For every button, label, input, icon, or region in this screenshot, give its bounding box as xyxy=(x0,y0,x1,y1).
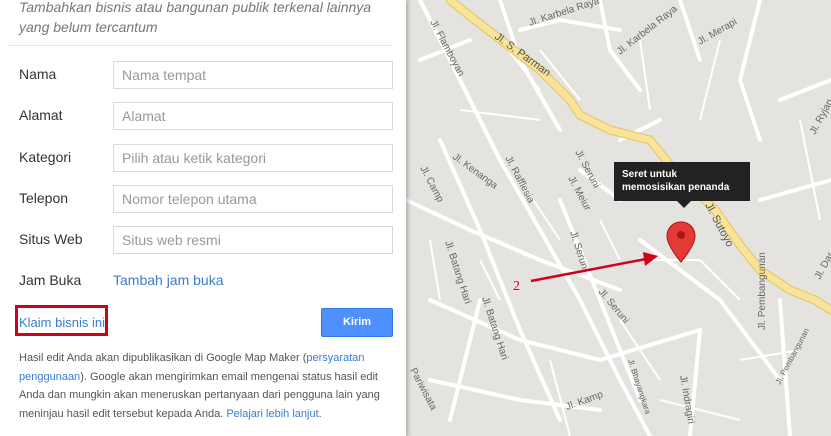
category-label: Kategori xyxy=(19,149,72,165)
claim-business-link[interactable]: Klaim bisnis ini xyxy=(19,315,105,330)
footer-text: Hasil edit Anda akan dipublikasikan di G… xyxy=(19,352,307,364)
add-hours-link[interactable]: Tambah jam buka xyxy=(113,272,224,288)
divider xyxy=(8,45,393,46)
marker-tooltip: Seret untuk memosisikan penanda xyxy=(614,162,750,201)
name-input[interactable] xyxy=(113,61,393,89)
phone-label: Telepon xyxy=(19,190,69,206)
phone-input[interactable] xyxy=(113,185,393,213)
address-label: Alamat xyxy=(19,107,63,123)
street-label: Jl. Pembangunan xyxy=(757,252,768,330)
website-input[interactable] xyxy=(113,226,393,254)
address-input[interactable] xyxy=(113,102,393,130)
add-place-panel: Tambahkan bisnis atau bangunan publik te… xyxy=(0,0,406,436)
submit-button[interactable]: Kirim xyxy=(321,308,393,337)
footer-disclaimer: Hasil edit Anda akan dipublikasikan di G… xyxy=(19,349,389,423)
name-label: Nama xyxy=(19,66,57,82)
hours-label: Jam Buka xyxy=(19,272,82,288)
website-label: Situs Web xyxy=(19,231,83,247)
panel-intro: Tambahkan bisnis atau bangunan publik te… xyxy=(19,0,372,35)
annotation-label-2: 2 xyxy=(513,279,520,294)
learn-more-link[interactable]: Pelajari lebih lanjut xyxy=(226,408,318,420)
tooltip-arrow xyxy=(677,201,691,208)
footer-text: . xyxy=(318,407,322,420)
category-input[interactable] xyxy=(113,144,393,172)
